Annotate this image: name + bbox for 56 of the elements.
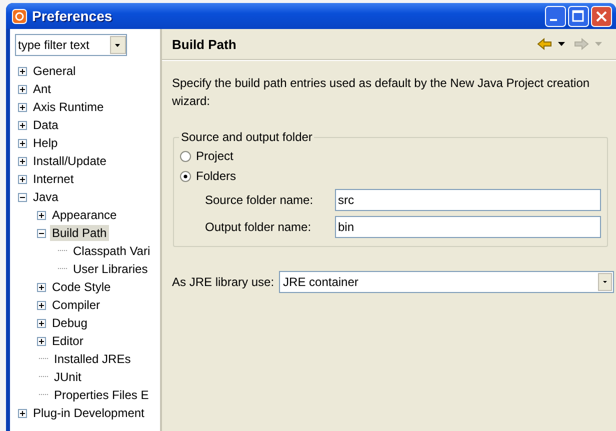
expand-icon[interactable] [18,156,27,166]
tree-item[interactable]: Code Style [50,279,113,295]
radio-label[interactable]: Project [196,149,234,163]
expand-icon[interactable] [37,210,46,220]
expand-icon[interactable] [37,300,46,310]
tree-item[interactable]: Axis Runtime [31,99,106,115]
tree-item[interactable]: Data [31,117,60,133]
tree-item[interactable]: Installed JREs [52,351,133,367]
expand-icon[interactable] [37,318,46,328]
radio-button[interactable] [180,170,191,182]
app-icon [12,8,27,24]
tree-item[interactable]: Help [31,135,60,151]
expand-icon[interactable] [18,174,27,184]
tree-item[interactable]: Install/Update [31,153,108,169]
filter-field[interactable]: type filter text [15,34,127,56]
tree-item[interactable]: Ant [31,81,54,97]
maximize-button[interactable] [568,6,589,26]
radio-button[interactable] [180,150,191,162]
tree-item[interactable]: Plug-in Development [31,405,146,421]
expand-icon[interactable] [18,138,27,148]
tree-item[interactable]: Java [31,189,60,205]
expand-icon[interactable] [18,66,27,76]
tree-item[interactable]: Properties Files E [52,387,151,403]
tree-item[interactable]: Classpath Vari [71,243,152,259]
collapse-icon[interactable] [18,192,27,202]
tree-item[interactable]: Compiler [50,297,102,313]
back-arrow-icon[interactable] [537,38,552,50]
tree-item[interactable]: Editor [50,333,86,349]
expand-icon[interactable] [18,408,27,418]
folder-name-field[interactable]: bin [335,216,601,238]
tree-item[interactable]: Build Path [50,225,109,241]
expand-icon[interactable] [18,102,27,112]
minimize-button[interactable] [545,6,566,26]
field-label: Output folder name: [205,220,312,234]
expand-icon[interactable] [37,282,46,292]
tree-item[interactable]: User Libraries [71,261,150,277]
dropdown-caret-icon[interactable] [558,42,565,46]
description-text: Specify the build path entries used as default by the New Java Project creation wizard: [172,75,591,110]
collapse-icon[interactable] [37,228,46,238]
tree-item[interactable]: Internet [31,171,76,187]
expand-icon[interactable] [37,336,46,346]
tree-item[interactable]: General [31,63,78,79]
expand-icon[interactable] [18,84,27,94]
folder-name-field[interactable]: src [335,188,601,210]
window-title: Preferences [32,8,114,24]
page-title: Build Path [172,36,238,52]
tree-item[interactable]: JUnit [52,369,84,385]
tree-item[interactable]: Appearance [50,207,119,223]
field-label: As JRE library use: [172,275,274,289]
expand-icon[interactable] [18,120,27,130]
group-title: Source and output folder [180,130,314,144]
close-button[interactable] [591,6,612,26]
jre-library-dropdown[interactable]: JRE container [279,271,614,293]
tree-item[interactable]: Debug [50,315,90,331]
radio-label[interactable]: Folders [196,169,236,183]
field-label: Source folder name: [205,192,314,206]
